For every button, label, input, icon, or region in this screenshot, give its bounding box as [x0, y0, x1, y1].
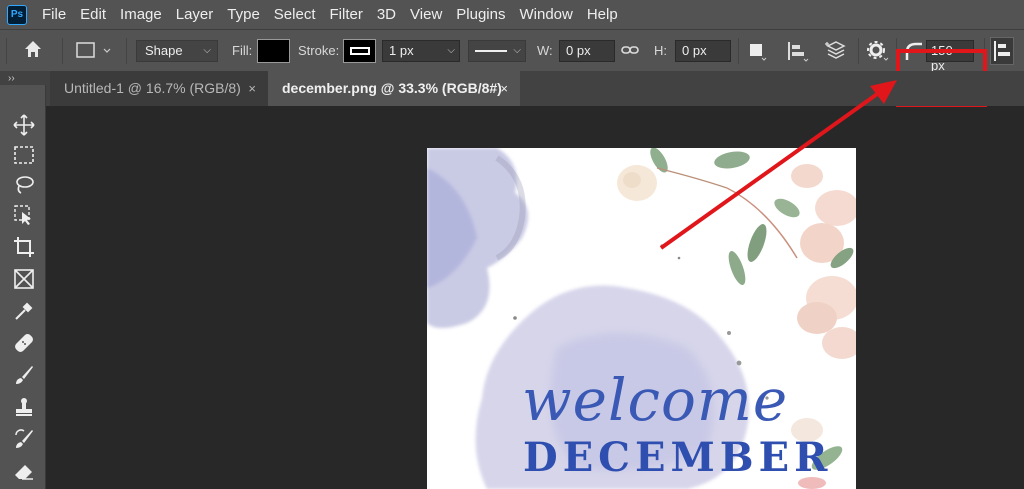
- menu-file[interactable]: File: [35, 0, 73, 29]
- close-icon[interactable]: ×: [248, 71, 256, 106]
- menu-bar: Ps File Edit Image Layer Type Select Fil…: [0, 0, 1024, 29]
- shape-mode-value: Shape: [145, 43, 183, 58]
- width-field[interactable]: 0 px: [559, 40, 615, 62]
- menu-type[interactable]: Type: [220, 0, 267, 29]
- photoshop-logo-icon[interactable]: Ps: [7, 4, 27, 25]
- stroke-type-dropdown[interactable]: ⌵: [468, 40, 526, 62]
- stroke-width-value: 1 px: [389, 43, 414, 58]
- close-icon[interactable]: ×: [500, 71, 508, 106]
- menu-3d[interactable]: 3D: [370, 0, 403, 29]
- tool-preset-icon[interactable]: [76, 41, 112, 66]
- menu-select[interactable]: Select: [267, 0, 323, 29]
- gear-icon[interactable]: [866, 40, 890, 67]
- path-operations-icon[interactable]: [748, 42, 768, 67]
- tab-label: Untitled-1 @ 16.7% (RGB/8): [64, 80, 241, 96]
- healing-icon[interactable]: [12, 331, 36, 355]
- tab-december[interactable]: december.png @ 33.3% (RGB/8#) ×: [268, 71, 520, 106]
- stroke-swatch[interactable]: [343, 39, 376, 63]
- chevron-down-icon: ⌵: [513, 45, 521, 56]
- divider: [738, 38, 739, 64]
- stamp-icon[interactable]: [12, 395, 36, 419]
- menu-edit[interactable]: Edit: [73, 0, 113, 29]
- home-icon[interactable]: [22, 38, 44, 65]
- document-canvas[interactable]: welcome DECEMBER: [427, 148, 856, 489]
- stroke-label: Stroke:: [298, 43, 340, 58]
- menu-window[interactable]: Window: [512, 0, 579, 29]
- path-alignment-icon[interactable]: [786, 41, 810, 68]
- menu-layer[interactable]: Layer: [169, 0, 221, 29]
- marquee-icon[interactable]: [12, 143, 36, 167]
- line-style-icon: [475, 50, 507, 52]
- link-icon[interactable]: [620, 40, 640, 65]
- object-select-icon[interactable]: [12, 203, 36, 227]
- eyedropper-icon[interactable]: [12, 299, 36, 323]
- menu-image[interactable]: Image: [113, 0, 169, 29]
- divider: [126, 38, 127, 64]
- options-bar: Shape ⌵ Fill: Stroke: 1 px ⌵ ⌵ W: 0 px H…: [0, 29, 1024, 107]
- height-field[interactable]: 0 px: [675, 40, 731, 62]
- divider: [6, 38, 7, 64]
- move-icon[interactable]: [12, 113, 36, 137]
- height-value: 0 px: [682, 43, 707, 58]
- width-value: 0 px: [566, 43, 591, 58]
- menu-view[interactable]: View: [403, 0, 449, 29]
- align-edges-icon[interactable]: [990, 37, 1014, 65]
- stroke-width-field[interactable]: 1 px ⌵: [382, 40, 460, 62]
- document-tab-bar: Untitled-1 @ 16.7% (RGB/8) × december.pn…: [0, 71, 1024, 106]
- tab-untitled-1[interactable]: Untitled-1 @ 16.7% (RGB/8) ×: [50, 71, 268, 106]
- path-arrangement-icon[interactable]: [824, 39, 848, 68]
- stroke-preview-icon: [349, 47, 370, 55]
- crop-icon[interactable]: [12, 235, 36, 259]
- history-brush-icon[interactable]: [12, 427, 36, 451]
- fill-label: Fill:: [232, 43, 253, 58]
- lasso-icon[interactable]: [12, 173, 36, 197]
- chevron-down-icon: ⌵: [203, 45, 211, 56]
- tab-label: december.png @ 33.3% (RGB/8#): [282, 80, 502, 96]
- height-label: H:: [654, 43, 667, 58]
- menu-plugins[interactable]: Plugins: [449, 0, 512, 29]
- menu-filter[interactable]: Filter: [323, 0, 370, 29]
- divider: [858, 38, 859, 64]
- collapse-panel-icon[interactable]: ››: [8, 73, 15, 84]
- chevron-down-icon: ⌵: [447, 45, 455, 56]
- menu-help[interactable]: Help: [580, 0, 625, 29]
- fill-swatch[interactable]: [257, 39, 290, 63]
- shape-mode-dropdown[interactable]: Shape ⌵: [136, 40, 218, 62]
- brush-icon[interactable]: [12, 363, 36, 387]
- tools-panel: [0, 85, 46, 489]
- width-label: W:: [537, 43, 553, 58]
- canvas-welcome-text: welcome: [522, 366, 789, 434]
- frame-icon[interactable]: [12, 267, 36, 291]
- divider: [62, 38, 63, 64]
- canvas-december-text: DECEMBER: [523, 434, 833, 481]
- eraser-icon[interactable]: [12, 459, 36, 483]
